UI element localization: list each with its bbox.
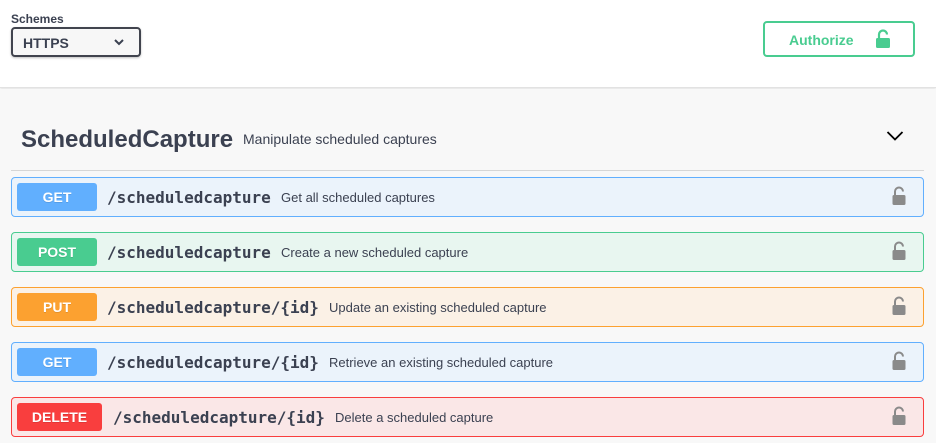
operation-summary: Create a new scheduled capture [281, 245, 469, 260]
operation-get-scheduledcapture[interactable]: GET /scheduledcapture Get all scheduled … [11, 177, 924, 217]
unlock-icon[interactable] [891, 241, 907, 261]
operation-post-scheduledcapture[interactable]: POST /scheduledcapture Create a new sche… [11, 232, 924, 272]
authorize-label: Authorize [789, 32, 854, 48]
unlock-icon[interactable] [891, 351, 907, 371]
method-badge: POST [17, 238, 97, 266]
schemes-select[interactable]: HTTPS [11, 27, 141, 57]
unlock-icon[interactable] [891, 406, 907, 426]
method-badge: GET [17, 348, 97, 376]
schemes-label: Schemes [11, 12, 64, 26]
chevron-down-icon [114, 39, 124, 46]
operation-put-scheduledcapture-id[interactable]: PUT /scheduledcapture/{id} Update an exi… [11, 287, 924, 327]
schemes-bar: Schemes HTTPS Authorize [0, 0, 936, 88]
operation-path: /scheduledcapture/{id} [113, 408, 325, 427]
authorize-button[interactable]: Authorize [763, 21, 915, 57]
tag-description: Manipulate scheduled captures [243, 131, 437, 147]
method-badge: DELETE [17, 403, 102, 431]
unlock-icon [876, 29, 890, 48]
operation-delete-scheduledcapture-id[interactable]: DELETE /scheduledcapture/{id} Delete a s… [11, 397, 924, 437]
method-badge: GET [17, 183, 97, 211]
operation-path: /scheduledcapture [107, 243, 271, 262]
schemes-selected-value: HTTPS [23, 35, 69, 51]
operation-summary: Get all scheduled captures [281, 190, 435, 205]
operation-get-scheduledcapture-id[interactable]: GET /scheduledcapture/{id} Retrieve an e… [11, 342, 924, 382]
tag-name: ScheduledCapture [21, 126, 234, 153]
operation-summary: Update an existing scheduled capture [329, 300, 547, 315]
method-badge: PUT [17, 293, 97, 321]
chevron-down-icon[interactable] [886, 130, 904, 142]
unlock-icon[interactable] [891, 186, 907, 206]
tag-header-scheduledcapture[interactable]: ScheduledCapture Manipulate scheduled ca… [11, 106, 924, 171]
unlock-icon[interactable] [891, 296, 907, 316]
operation-summary: Delete a scheduled capture [335, 410, 494, 425]
operation-path: /scheduledcapture/{id} [107, 298, 319, 317]
operation-path: /scheduledcapture [107, 188, 271, 207]
operation-path: /scheduledcapture/{id} [107, 353, 319, 372]
operation-summary: Retrieve an existing scheduled capture [329, 355, 554, 370]
